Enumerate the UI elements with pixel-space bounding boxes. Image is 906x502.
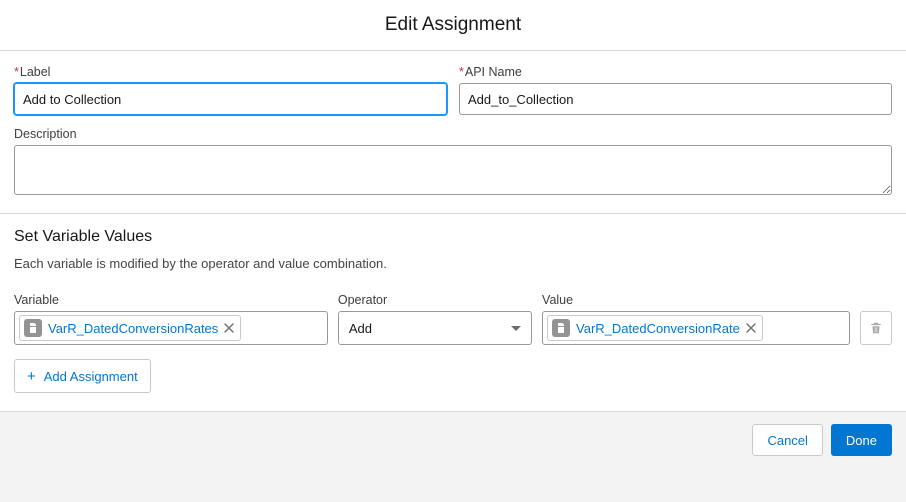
operator-column-label: Operator [338, 293, 532, 307]
description-input[interactable] [14, 145, 892, 195]
variable-input[interactable]: VarR_DatedConversionRates [14, 311, 328, 345]
variable-pill-text: VarR_DatedConversionRates [48, 321, 218, 336]
set-variable-heading: Set Variable Values [14, 228, 892, 246]
description-field: Description [14, 127, 892, 195]
value-column-label: Value [542, 293, 850, 307]
variable-pill-remove[interactable] [224, 321, 234, 335]
value-pill-text: VarR_DatedConversionRate [576, 321, 740, 336]
label-field: *Label [14, 65, 447, 115]
value-pill-remove[interactable] [746, 321, 756, 335]
assignment-row: Variable VarR_DatedConversionRates Opera… [14, 293, 892, 345]
set-variable-help: Each variable is modified by the operato… [14, 256, 892, 271]
record-icon [24, 319, 42, 337]
variable-pill[interactable]: VarR_DatedConversionRates [19, 315, 241, 341]
delete-row-button[interactable] [860, 311, 892, 345]
variable-column-label: Variable [14, 293, 328, 307]
plus-icon: + [27, 369, 36, 384]
modal-footer: Cancel Done [0, 412, 906, 502]
operator-selected-text: Add [349, 321, 372, 336]
record-icon [552, 319, 570, 337]
api-name-field-label: *API Name [459, 65, 892, 79]
edit-assignment-modal: Edit Assignment *Label *API Name Descrip… [0, 0, 906, 502]
add-assignment-button[interactable]: + Add Assignment [14, 359, 151, 393]
operator-select[interactable]: Add [338, 311, 532, 345]
label-input[interactable] [14, 83, 447, 115]
add-assignment-label: Add Assignment [44, 369, 138, 384]
modal-title: Edit Assignment [0, 0, 906, 51]
value-pill[interactable]: VarR_DatedConversionRate [547, 315, 763, 341]
cancel-button[interactable]: Cancel [752, 424, 822, 456]
trash-icon [869, 321, 883, 335]
value-input[interactable]: VarR_DatedConversionRate [542, 311, 850, 345]
basic-fields-section: *Label *API Name Description [0, 51, 906, 214]
description-field-label: Description [14, 127, 892, 141]
label-field-label: *Label [14, 65, 447, 79]
chevron-down-icon [511, 326, 521, 331]
set-variable-values-section: Set Variable Values Each variable is mod… [0, 214, 906, 412]
api-name-input[interactable] [459, 83, 892, 115]
api-name-field: *API Name [459, 65, 892, 115]
done-button[interactable]: Done [831, 424, 892, 456]
